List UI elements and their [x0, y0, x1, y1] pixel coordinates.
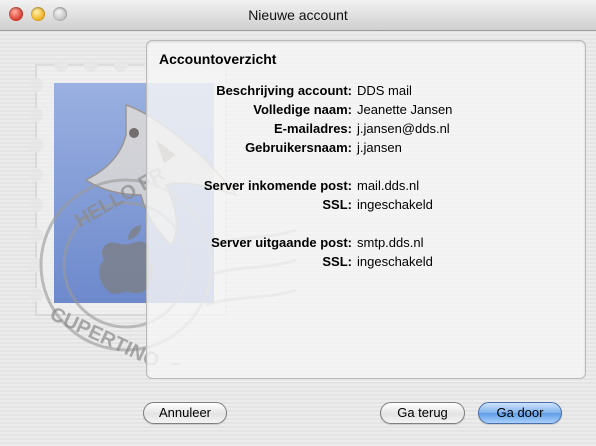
- assistant-window: Nieuwe account HELLO FR CUPERTINO, CA Ac…: [0, 0, 596, 446]
- row-label: Server uitgaande post:: [211, 235, 352, 250]
- summary-row: SSL: ingeschakeld: [146, 197, 576, 215]
- row-label: Server inkomende post:: [203, 178, 352, 193]
- row-label: Gebruikersnaam:: [245, 140, 352, 155]
- row-label: SSL:: [322, 254, 352, 269]
- row-value: ingeschakeld: [357, 197, 433, 212]
- title-bar: Nieuwe account: [0, 0, 596, 31]
- summary-row: Server uitgaande post: smtp.dds.nl: [146, 235, 576, 253]
- row-label: SSL:: [322, 197, 352, 212]
- row-value: smtp.dds.nl: [357, 235, 424, 250]
- summary-row: Volledige naam: Jeanette Jansen: [146, 102, 576, 120]
- cancel-button[interactable]: Annuleer: [143, 402, 227, 424]
- window-title: Nieuwe account: [248, 7, 348, 23]
- summary-row: SSL: ingeschakeld: [146, 254, 576, 272]
- summary-row: E-mailadres: j.jansen@dds.nl: [146, 121, 576, 139]
- summary-row: Server inkomende post: mail.dds.nl: [146, 178, 576, 196]
- row-value: j.jansen@dds.nl: [357, 121, 450, 136]
- row-value: Jeanette Jansen: [357, 102, 453, 117]
- row-value: ingeschakeld: [357, 254, 433, 269]
- row-label: E-mailadres:: [273, 121, 352, 136]
- continue-button[interactable]: Ga door: [478, 402, 562, 424]
- row-label: Volledige naam:: [253, 102, 352, 117]
- row-value: DDS mail: [357, 83, 412, 98]
- row-value: mail.dds.nl: [357, 178, 420, 193]
- back-button[interactable]: Ga terug: [380, 402, 465, 424]
- panel-title: Accountoverzicht: [159, 51, 277, 67]
- row-value: j.jansen: [357, 140, 402, 155]
- summary-row: Gebruikersnaam: j.jansen: [146, 140, 576, 158]
- row-label: Beschrijving account:: [216, 83, 352, 98]
- summary-row: Beschrijving account: DDS mail: [146, 83, 576, 101]
